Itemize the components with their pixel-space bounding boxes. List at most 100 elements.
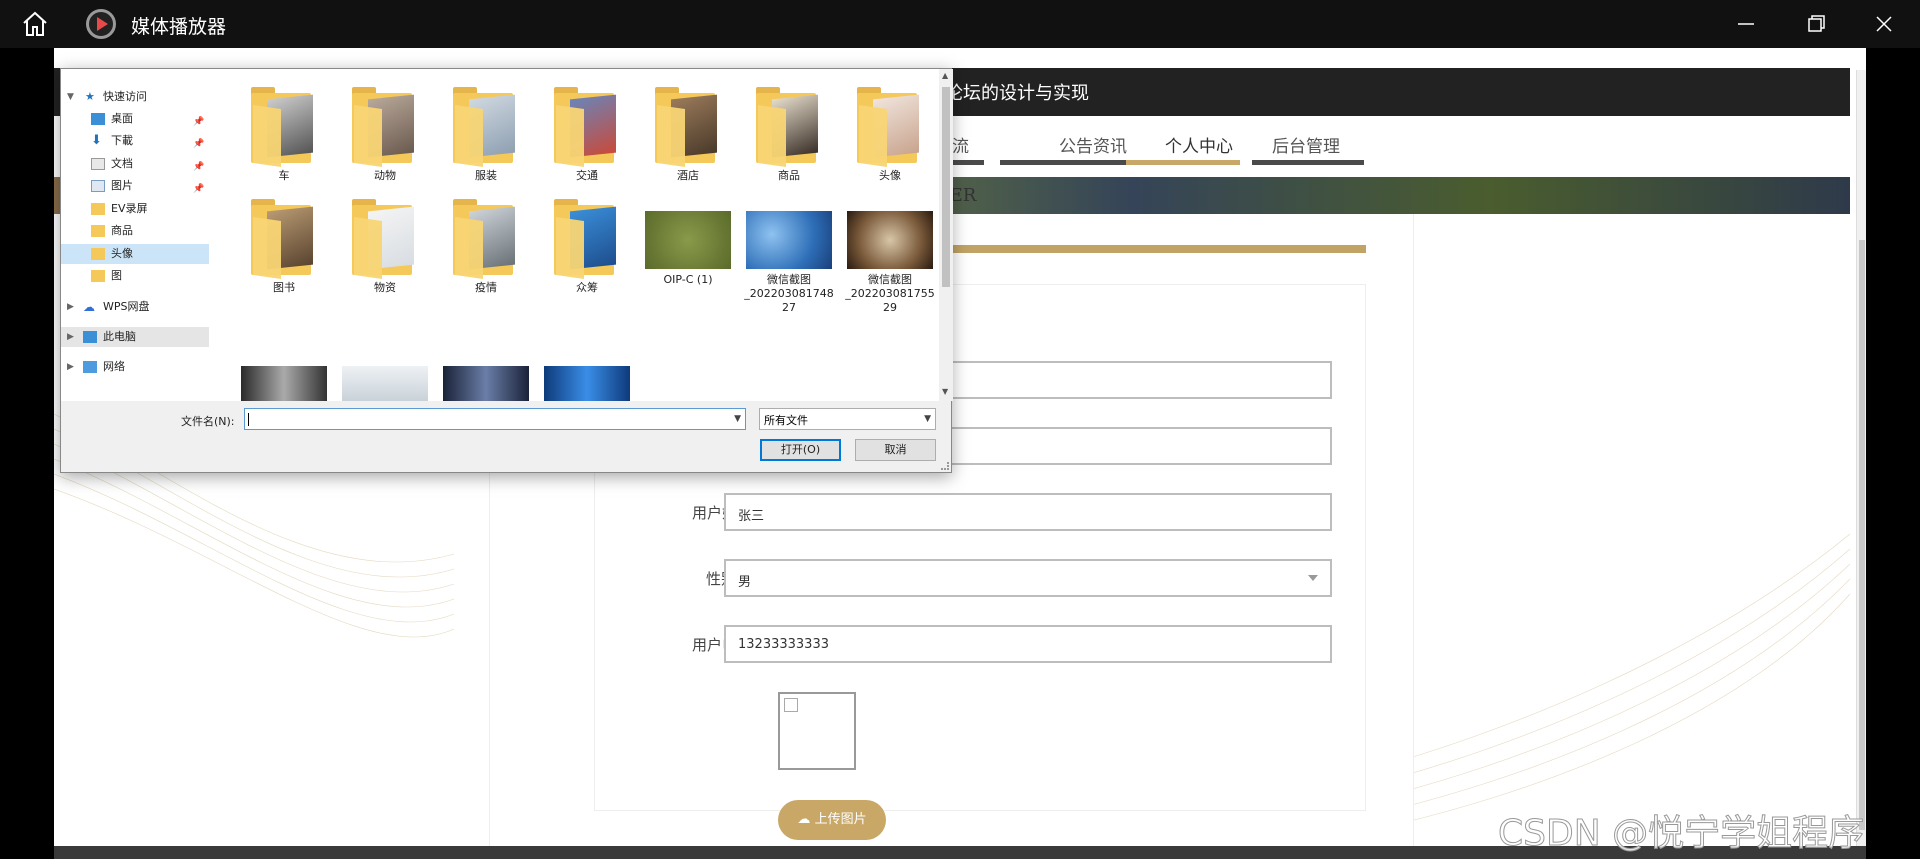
file-label: 商品: [778, 169, 800, 182]
file-item[interactable]: 酒店: [639, 87, 737, 183]
tree-item-quick-access[interactable]: ▼ ★ 快速访问: [61, 87, 209, 107]
gender-select[interactable]: 男: [724, 559, 1332, 597]
chevron-down-icon[interactable]: ▼: [924, 414, 931, 424]
tree-label: 桌面: [111, 112, 133, 125]
tree-label: 下載: [111, 134, 133, 147]
chevron-right-icon[interactable]: ▶: [67, 357, 74, 377]
file-item[interactable]: 图书: [235, 199, 333, 295]
folder-icon: [91, 248, 105, 260]
file-label: 头像: [879, 169, 901, 182]
chevron-right-icon[interactable]: ▶: [67, 327, 74, 347]
folder-icon: [352, 199, 418, 279]
tree-item-wps[interactable]: ▶ ☁ WPS网盘: [61, 297, 209, 317]
filename-input[interactable]: ▼: [244, 408, 746, 430]
image-thumbnail[interactable]: [544, 366, 630, 401]
tree-item-this-pc[interactable]: ▶ 此电脑: [61, 327, 209, 347]
pin-icon: 📌: [193, 184, 205, 194]
file-item[interactable]: 交通: [538, 87, 636, 183]
filetype-select[interactable]: 所有文件 ▼: [759, 408, 936, 430]
tree-item-goods[interactable]: 商品: [61, 221, 209, 241]
tree-item-ev[interactable]: EV录屏: [61, 199, 209, 219]
home-icon[interactable]: [20, 10, 50, 38]
file-label: 服装: [475, 169, 497, 182]
file-item[interactable]: 微信截图 _202203081748 27: [740, 199, 838, 315]
file-label: 微信截图 _202203081755 29: [845, 273, 935, 314]
file-item[interactable]: 头像: [841, 87, 939, 183]
scroll-up-icon[interactable]: ▲: [942, 71, 948, 80]
file-item[interactable]: OIP-C (1): [639, 199, 737, 287]
folder-icon: [453, 199, 519, 279]
file-label: 车: [278, 169, 290, 182]
filetype-value: 所有文件: [764, 414, 808, 427]
file-item[interactable]: 车: [235, 87, 333, 183]
file-item[interactable]: 服装: [437, 87, 535, 183]
image-thumbnail: [847, 211, 933, 269]
avatar-preview: [778, 692, 856, 770]
site-title: 论坛的设计与实现: [945, 83, 1089, 104]
download-icon: ⬇: [91, 133, 102, 148]
name-input[interactable]: 张三: [724, 493, 1332, 531]
file-list: 车 动物 服装 交通 酒店 商品 头像 图书 物资 疫情 众筹 OIP-C (1…: [211, 69, 939, 401]
file-item[interactable]: 疫情: [437, 199, 535, 295]
tree-item-network[interactable]: ▶ 网络: [61, 357, 209, 377]
folder-icon: [655, 87, 721, 167]
minimize-icon[interactable]: [1734, 12, 1758, 36]
tree-item-avatar[interactable]: 头像: [61, 244, 209, 264]
file-item[interactable]: 微信截图 _202203081755 29: [841, 199, 939, 315]
image-thumbnail: [746, 211, 832, 269]
network-icon: [83, 361, 97, 373]
image-thumbnail[interactable]: [443, 366, 529, 401]
chevron-down-icon: [1308, 575, 1318, 581]
watermark: CSDN @悦宁学姐程序: [1497, 813, 1865, 855]
file-item[interactable]: 众筹: [538, 199, 636, 295]
folder-icon: [251, 199, 317, 279]
tree-item-pictures[interactable]: 图片 📌: [61, 176, 209, 196]
file-item[interactable]: 物资: [336, 199, 434, 295]
tree-label: 文档: [111, 157, 133, 170]
file-item[interactable]: 商品: [740, 87, 838, 183]
tree-item-desktop[interactable]: 桌面 📌: [61, 109, 209, 129]
picture-icon: [91, 180, 105, 192]
file-list-scrollbar[interactable]: ▲ ▼: [939, 69, 953, 401]
tree-label: 商品: [111, 224, 133, 237]
chevron-right-icon[interactable]: ▶: [67, 297, 74, 317]
file-label: 众筹: [576, 281, 598, 294]
tree-item-image[interactable]: 图: [61, 266, 209, 286]
folder-icon: [857, 87, 923, 167]
filename-label: 文件名(N):: [181, 415, 235, 428]
upload-image-button[interactable]: ☁ 上传图片: [778, 800, 886, 840]
gender-label: 性别: [705, 570, 736, 588]
open-button[interactable]: 打开(O): [760, 439, 841, 461]
restore-icon[interactable]: [1804, 12, 1828, 36]
page-scrollbar-thumb[interactable]: [1859, 240, 1865, 830]
tree-label: 头像: [111, 247, 133, 260]
chevron-down-icon[interactable]: ▼: [67, 87, 74, 107]
scroll-down-icon[interactable]: ▼: [942, 387, 948, 396]
tree-item-documents[interactable]: 文档 📌: [61, 154, 209, 174]
tree-item-downloads[interactable]: ⬇ 下載 📌: [61, 131, 209, 151]
resize-grip[interactable]: [941, 462, 949, 470]
pin-icon: 📌: [193, 117, 205, 127]
file-label: OIP-C (1): [663, 273, 713, 286]
file-list-scrollbar-thumb[interactable]: [942, 87, 950, 287]
tree-label: 此电脑: [103, 330, 136, 343]
tree-label: EV录屏: [111, 202, 148, 215]
file-label: 酒店: [677, 169, 699, 182]
image-thumbnail: [645, 211, 731, 269]
nav-underline: [1000, 160, 1146, 165]
file-item[interactable]: 动物: [336, 87, 434, 183]
cancel-button[interactable]: 取消: [855, 439, 936, 461]
navigation-tree: ▼ ★ 快速访问 桌面 📌 ⬇ 下載 📌 文档 📌 图片 📌 EV录屏 商品 头…: [61, 69, 211, 401]
nav-underline: [1252, 160, 1364, 165]
image-thumbnail[interactable]: [241, 366, 327, 401]
image-thumbnail[interactable]: [342, 366, 428, 401]
page-scrollbar[interactable]: [1856, 70, 1866, 846]
tree-label: 快速访问: [103, 90, 147, 103]
file-label: 交通: [576, 169, 598, 182]
chevron-down-icon[interactable]: ▼: [734, 414, 741, 424]
file-label: 图书: [273, 281, 295, 294]
play-circle-icon: [86, 9, 116, 39]
phone-input[interactable]: 13233333333: [724, 625, 1332, 663]
close-icon[interactable]: [1872, 12, 1896, 36]
gender-value: 男: [738, 575, 752, 590]
